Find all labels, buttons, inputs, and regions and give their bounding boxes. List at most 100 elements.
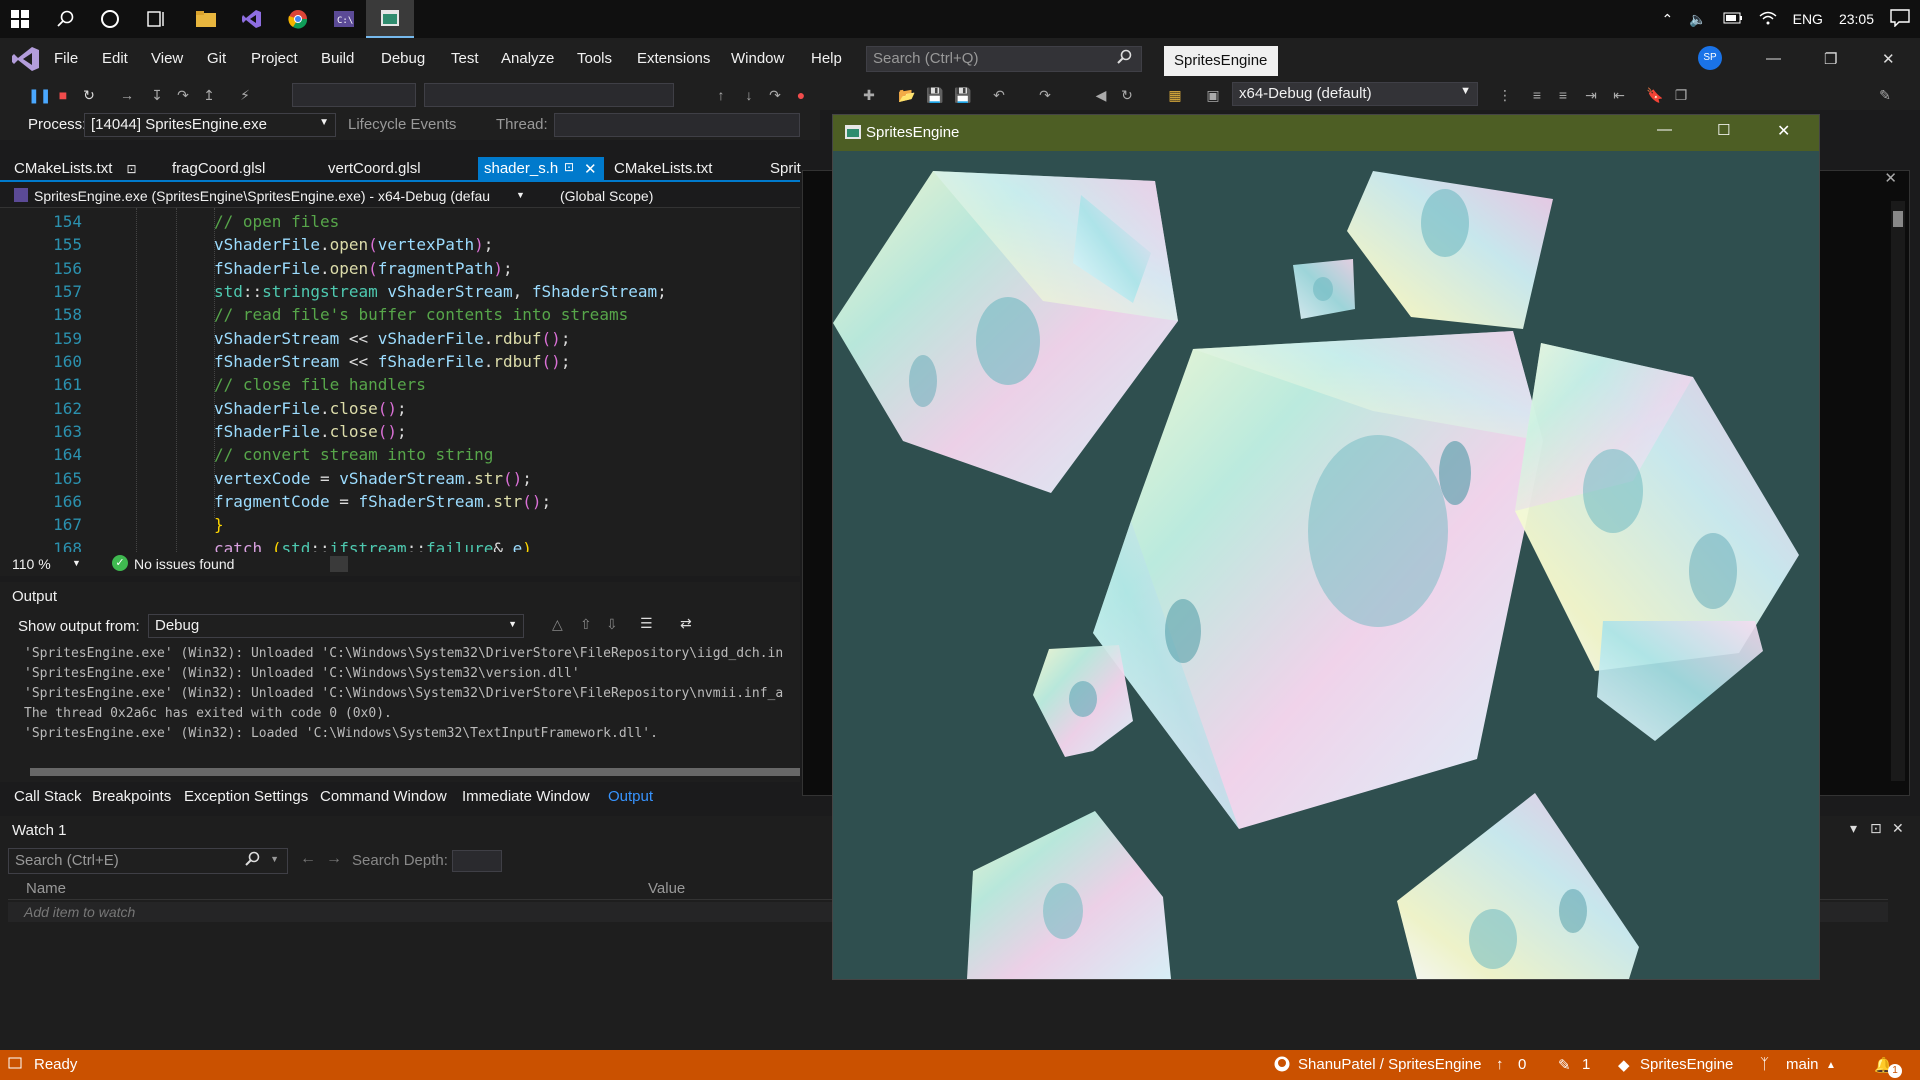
tab-immediate-window[interactable]: Immediate Window	[462, 788, 590, 805]
zoom-level[interactable]: 110 %	[12, 556, 51, 572]
bookmark-prev-icon[interactable]: ❐	[1672, 86, 1690, 104]
refresh-icon[interactable]: ↻	[1118, 86, 1136, 104]
solution-explorer-icon[interactable]: ▦	[1166, 86, 1184, 104]
tab-cmakelists[interactable]: CMakeLists.txt ⊡	[8, 157, 143, 181]
tab-output[interactable]: Output	[608, 788, 653, 805]
scrollbar-thumb[interactable]	[1893, 211, 1903, 227]
live-share-icon[interactable]: ✎	[1876, 86, 1894, 104]
hot-reload-icon[interactable]: ⚡	[236, 86, 254, 104]
chevron-down-icon[interactable]: ▾	[1850, 820, 1857, 837]
project-name[interactable]: SpritesEngine	[1640, 1056, 1733, 1073]
tab-command-window[interactable]: Command Window	[320, 788, 447, 805]
show-next-statement-icon[interactable]: →	[118, 86, 136, 104]
step-over-icon[interactable]: ↷	[174, 86, 192, 104]
notification-center-icon[interactable]	[1890, 8, 1910, 30]
close-icon[interactable]: ✕	[1884, 169, 1897, 187]
empty-toolbar-combo[interactable]	[424, 83, 674, 107]
target-system-icon[interactable]: ▣	[1204, 86, 1222, 104]
save-icon[interactable]: 💾	[926, 86, 944, 104]
chevron-down-icon[interactable]: ▼	[270, 854, 279, 864]
target-select[interactable]: SpritesEngine.exe (SpritesEngine\Sprites…	[34, 188, 490, 204]
restore-icon[interactable]: ❐	[1824, 50, 1837, 68]
restart-icon[interactable]: ↻	[80, 86, 98, 104]
repository-name[interactable]: ShanuPatel / SpritesEngine	[1298, 1056, 1481, 1073]
pending-changes[interactable]: 1	[1582, 1056, 1590, 1073]
save-all-icon[interactable]: 💾	[954, 86, 972, 104]
pin-icon[interactable]: ⊡	[1870, 820, 1882, 837]
pin-icon[interactable]: ⊡	[564, 160, 574, 174]
column-name[interactable]: Name	[26, 880, 66, 897]
output-source-select[interactable]: Debug ▼	[148, 614, 524, 638]
new-item-icon[interactable]: ✚	[860, 86, 878, 104]
wifi-icon[interactable]	[1759, 11, 1777, 28]
close-icon[interactable]: ✕	[1882, 50, 1895, 68]
close-icon[interactable]: ✕	[584, 160, 597, 178]
navigate-back-icon[interactable]: ◀	[1092, 86, 1110, 104]
configuration-select[interactable]: x64-Debug (default) ▼	[1232, 82, 1478, 106]
process-select[interactable]: [14044] SpritesEngine.exe ▼	[84, 113, 336, 137]
minimize-icon[interactable]: —	[1766, 50, 1781, 67]
redo-icon[interactable]: ↷	[1036, 86, 1054, 104]
bookmark-icon[interactable]: 🔖	[1646, 86, 1664, 104]
find-icon[interactable]: △	[552, 616, 563, 633]
search-icon[interactable]	[54, 7, 78, 31]
step-out-icon[interactable]: ↥	[200, 86, 218, 104]
close-icon[interactable]: ✕	[1777, 121, 1790, 141]
maximize-icon[interactable]: ☐	[1717, 121, 1730, 139]
volume-icon[interactable]: 🔈	[1689, 11, 1706, 28]
tab-fragcoord[interactable]: fragCoord.glsl	[166, 157, 271, 181]
search-depth-select[interactable]	[452, 850, 502, 872]
tab-shader-s-h[interactable]: shader_s.h ⊡ ✕	[478, 157, 604, 181]
cortana-icon[interactable]	[98, 7, 122, 31]
chevron-up-icon[interactable]: ▲	[1826, 1060, 1836, 1071]
close-icon[interactable]: ✕	[1892, 820, 1904, 837]
pause-icon[interactable]: ❚❚	[28, 86, 51, 104]
indent-icon[interactable]: ⇥	[1582, 86, 1600, 104]
menu-analyze[interactable]: Analyze	[501, 50, 554, 67]
language-indicator[interactable]: ENG	[1793, 11, 1823, 27]
chevron-up-icon[interactable]: ⌃	[1661, 11, 1673, 28]
menu-project[interactable]: Project	[251, 50, 298, 67]
chevron-down-icon[interactable]: ▼	[72, 558, 81, 568]
console-app-icon[interactable]: C:\	[332, 7, 356, 31]
clock[interactable]: 23:05	[1839, 11, 1874, 27]
windows-start-icon[interactable]	[8, 7, 32, 31]
back-arrow-icon[interactable]: ←	[300, 850, 316, 868]
stop-icon[interactable]: ■	[54, 86, 72, 104]
issues-status[interactable]: No issues found	[134, 556, 234, 572]
format-icon[interactable]: ≡	[1554, 86, 1572, 104]
menu-view[interactable]: View	[151, 50, 183, 67]
menu-git[interactable]: Git	[207, 50, 226, 67]
render-canvas[interactable]	[833, 151, 1819, 979]
outdent-icon[interactable]: ⇤	[1610, 86, 1628, 104]
undo-icon[interactable]: ↶	[990, 86, 1008, 104]
add-item-placeholder[interactable]: Add item to watch	[24, 904, 135, 920]
menu-edit[interactable]: Edit	[102, 50, 128, 67]
sprites-engine-titlebar[interactable]: — ☐ ✕	[833, 115, 1819, 151]
format-icon[interactable]: ≡	[1528, 86, 1546, 104]
up-icon[interactable]: ↑	[712, 86, 730, 104]
step-into-icon[interactable]: ↧	[148, 86, 166, 104]
scrollbar-thumb[interactable]	[30, 768, 800, 776]
menu-extensions[interactable]: Extensions	[637, 50, 710, 67]
thread-select[interactable]	[554, 113, 800, 137]
prev-message-icon[interactable]: ⇧	[580, 616, 592, 633]
tab-cmakelists-2[interactable]: CMakeLists.txt	[608, 157, 718, 181]
search-input[interactable]: Search (Ctrl+Q)	[866, 46, 1142, 72]
scope-select[interactable]: (Global Scope)	[560, 188, 653, 204]
menu-tools[interactable]: Tools	[577, 50, 612, 67]
forward-arrow-icon[interactable]: →	[326, 850, 342, 868]
file-explorer-icon[interactable]	[194, 7, 218, 31]
unpushed-commits[interactable]: 0	[1518, 1056, 1526, 1073]
menu-test[interactable]: Test	[451, 50, 479, 67]
redo-icon[interactable]: ↷	[766, 86, 784, 104]
tab-exception-settings[interactable]: Exception Settings	[184, 788, 308, 805]
empty-toolbar-combo[interactable]	[292, 83, 416, 107]
clear-all-icon[interactable]: ☰	[640, 615, 653, 632]
watch-search-input[interactable]: Search (Ctrl+E) ▼	[8, 848, 288, 874]
vertical-scrollbar[interactable]	[1891, 201, 1905, 781]
branch-name[interactable]: main	[1786, 1056, 1819, 1073]
sprites-engine-taskbar-icon[interactable]	[366, 0, 414, 38]
next-message-icon[interactable]: ⇩	[606, 616, 618, 633]
tab-call-stack[interactable]: Call Stack	[14, 788, 82, 805]
